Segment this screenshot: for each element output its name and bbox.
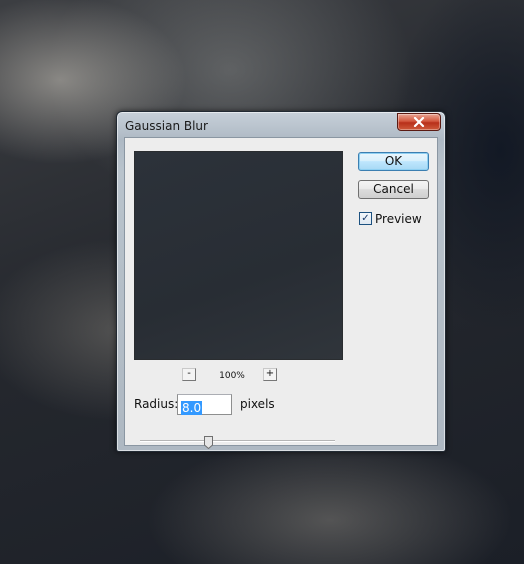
zoom-in-button[interactable]: + — [263, 368, 277, 381]
zoom-level: 100% — [219, 371, 245, 381]
dialog-titlebar[interactable]: Gaussian Blur — [117, 112, 445, 138]
checkmark-icon: ✓ — [361, 213, 370, 224]
radius-slider-thumb[interactable] — [204, 434, 214, 450]
dialog-title: Gaussian Blur — [125, 119, 208, 133]
cancel-button[interactable]: Cancel — [358, 180, 429, 199]
zoom-out-button[interactable]: - — [182, 368, 196, 381]
radius-slider-track[interactable] — [140, 440, 335, 442]
gaussian-blur-dialog: Gaussian Blur - 100% + OK Cancel ✓ Previ… — [116, 111, 446, 452]
close-button[interactable] — [397, 113, 441, 131]
preview-label: Preview — [375, 212, 422, 226]
radius-input[interactable]: 8.0 — [177, 394, 232, 415]
dialog-content: - 100% + OK Cancel ✓ Preview Radius: 8.0… — [124, 137, 438, 450]
preview-image[interactable] — [134, 151, 343, 360]
radius-label: Radius: — [134, 397, 179, 411]
preview-checkbox[interactable]: ✓ — [359, 212, 372, 225]
radius-unit-label: pixels — [240, 397, 275, 411]
ok-button[interactable]: OK — [358, 152, 429, 171]
close-icon — [413, 117, 425, 127]
radius-value: 8.0 — [181, 401, 203, 415]
